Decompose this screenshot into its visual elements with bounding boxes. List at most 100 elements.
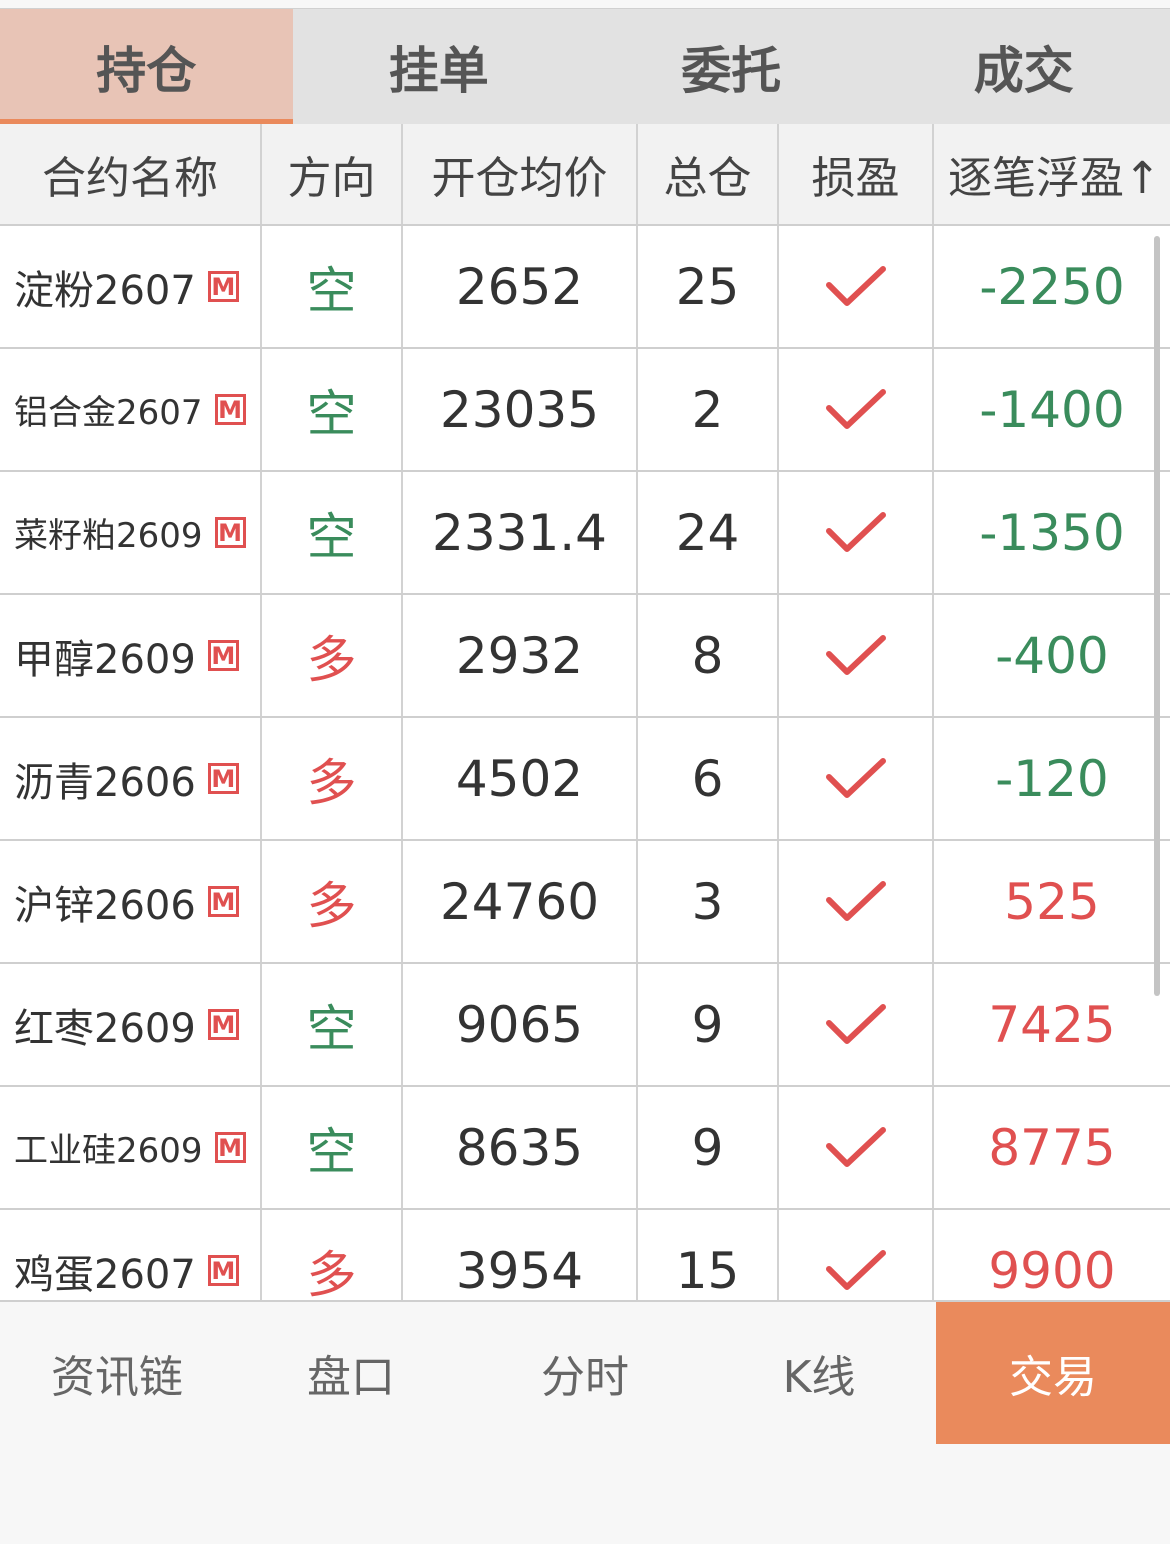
table-row[interactable]: 淀粉2607 M 空 2652 25 -2250 bbox=[0, 226, 1170, 349]
avg-price-cell: 2331.4 bbox=[403, 472, 638, 593]
direction-cell: 空 bbox=[262, 1087, 403, 1208]
stop-cell[interactable] bbox=[779, 718, 934, 839]
table-row[interactable]: 鸡蛋2607 M 多 3954 15 9900 bbox=[0, 1210, 1170, 1300]
m-badge-icon: M bbox=[207, 271, 239, 302]
contract-cell: 鸡蛋2607 M bbox=[0, 1210, 262, 1300]
direction-cell: 多 bbox=[262, 1210, 403, 1300]
total-cell: 24 bbox=[638, 472, 779, 593]
stop-cell[interactable] bbox=[779, 841, 934, 962]
contract-cell: 红枣2609 M bbox=[0, 964, 262, 1085]
avg-price-cell: 4502 bbox=[403, 718, 638, 839]
avg-price-cell: 23035 bbox=[403, 349, 638, 470]
table-row[interactable]: 沪锌2606 M 多 24760 3 525 bbox=[0, 841, 1170, 964]
avg-price-cell: 2932 bbox=[403, 595, 638, 716]
avg-price-cell: 24760 bbox=[403, 841, 638, 962]
check-icon bbox=[825, 388, 886, 429]
total-cell: 25 bbox=[638, 226, 779, 347]
nav-order-book[interactable]: 盘口 bbox=[234, 1302, 468, 1444]
floating-pnl-cell: 7425 bbox=[988, 995, 1116, 1054]
floating-pnl-cell: 8775 bbox=[988, 1118, 1116, 1177]
table-row[interactable]: 铝合金2607 M 空 23035 2 -1400 bbox=[0, 349, 1170, 472]
floating-pnl-cell: -120 bbox=[995, 749, 1109, 808]
stop-cell[interactable] bbox=[779, 964, 934, 1085]
contract-name: 菜籽粕2609 bbox=[14, 516, 203, 556]
contract-name: 沥青2606 bbox=[14, 759, 196, 806]
check-icon bbox=[825, 265, 886, 306]
stop-cell[interactable] bbox=[779, 1087, 934, 1208]
position-tabs: 持仓 挂单 委托 成交 bbox=[0, 8, 1170, 124]
tab-pending-orders[interactable]: 挂单 bbox=[293, 9, 586, 124]
contract-name: 淀粉2607 bbox=[14, 267, 196, 314]
contract-name: 红枣2609 bbox=[14, 1005, 196, 1052]
table-row[interactable]: 工业硅2609 M 空 8635 9 8775 bbox=[0, 1087, 1170, 1210]
total-cell: 3 bbox=[638, 841, 779, 962]
column-header-contract[interactable]: 合约名称 bbox=[0, 124, 262, 224]
stop-cell[interactable] bbox=[779, 472, 934, 593]
m-badge-icon: M bbox=[207, 763, 239, 794]
table-row[interactable]: 甲醇2609 M 多 2932 8 -400 bbox=[0, 595, 1170, 718]
column-header-avg-price[interactable]: 开仓均价 bbox=[403, 124, 638, 224]
total-cell: 15 bbox=[638, 1210, 779, 1300]
check-icon bbox=[825, 634, 886, 675]
bottom-nav: 资讯链 盘口 分时 K线 交易 bbox=[0, 1302, 1170, 1444]
floating-pnl-cell: 9900 bbox=[988, 1241, 1116, 1300]
column-header-total[interactable]: 总仓 bbox=[638, 124, 779, 224]
contract-cell: 铝合金2607 M bbox=[0, 349, 262, 470]
stop-cell[interactable] bbox=[779, 1210, 934, 1300]
contract-name: 鸡蛋2607 bbox=[14, 1251, 196, 1298]
total-cell: 9 bbox=[638, 1087, 779, 1208]
check-icon bbox=[825, 1126, 886, 1167]
m-badge-icon: M bbox=[207, 640, 239, 671]
avg-price-cell: 9065 bbox=[403, 964, 638, 1085]
floating-pnl-cell: -1350 bbox=[979, 503, 1125, 562]
m-badge-icon: M bbox=[207, 886, 239, 917]
check-icon bbox=[825, 511, 886, 552]
table-header: 合约名称 方向 开仓均价 总仓 损盈 逐笔浮盈↑ bbox=[0, 124, 1170, 226]
nav-kline[interactable]: K线 bbox=[702, 1302, 936, 1444]
tab-trades[interactable]: 成交 bbox=[878, 9, 1170, 124]
stop-cell[interactable] bbox=[779, 349, 934, 470]
direction-cell: 多 bbox=[262, 718, 403, 839]
table-row[interactable]: 菜籽粕2609 M 空 2331.4 24 -1350 bbox=[0, 472, 1170, 595]
column-header-floating-pnl[interactable]: 逐笔浮盈↑ bbox=[934, 124, 1170, 224]
nav-news-chain[interactable]: 资讯链 bbox=[0, 1302, 234, 1444]
contract-cell: 淀粉2607 M bbox=[0, 226, 262, 347]
direction-cell: 多 bbox=[262, 595, 403, 716]
bottom-bar: 资讯链 盘口 分时 K线 交易 bbox=[0, 1300, 1170, 1544]
direction-cell: 空 bbox=[262, 349, 403, 470]
contract-cell: 工业硅2609 M bbox=[0, 1087, 262, 1208]
column-header-direction[interactable]: 方向 bbox=[262, 124, 403, 224]
direction-cell: 空 bbox=[262, 226, 403, 347]
contract-name: 沪锌2606 bbox=[14, 882, 196, 929]
stop-cell[interactable] bbox=[779, 226, 934, 347]
contract-cell: 甲醇2609 M bbox=[0, 595, 262, 716]
avg-price-cell: 2652 bbox=[403, 226, 638, 347]
check-icon bbox=[825, 757, 886, 798]
contract-name: 工业硅2609 bbox=[14, 1131, 203, 1171]
direction-cell: 空 bbox=[262, 964, 403, 1085]
positions-table: 淀粉2607 M 空 2652 25 -2250 铝合金2607 M 空 23035 2 -1400 菜… bbox=[0, 226, 1170, 1300]
total-cell: 2 bbox=[638, 349, 779, 470]
total-cell: 9 bbox=[638, 964, 779, 1085]
m-badge-icon: M bbox=[214, 1132, 246, 1163]
tab-positions[interactable]: 持仓 bbox=[0, 9, 293, 124]
contract-cell: 菜籽粕2609 M bbox=[0, 472, 262, 593]
floating-pnl-cell: 525 bbox=[1004, 872, 1100, 931]
contract-cell: 沥青2606 M bbox=[0, 718, 262, 839]
table-scrollbar[interactable] bbox=[1154, 236, 1160, 996]
stop-cell[interactable] bbox=[779, 595, 934, 716]
column-header-stop[interactable]: 损盈 bbox=[779, 124, 934, 224]
table-row[interactable]: 红枣2609 M 空 9065 9 7425 bbox=[0, 964, 1170, 1087]
floating-pnl-cell: -2250 bbox=[979, 257, 1125, 316]
tab-orders[interactable]: 委托 bbox=[585, 9, 878, 124]
nav-intraday[interactable]: 分时 bbox=[468, 1302, 702, 1444]
contract-name: 铝合金2607 bbox=[14, 393, 203, 433]
m-badge-icon: M bbox=[207, 1009, 239, 1040]
total-cell: 8 bbox=[638, 595, 779, 716]
check-icon bbox=[825, 1249, 886, 1290]
nav-trade[interactable]: 交易 bbox=[936, 1302, 1170, 1444]
avg-price-cell: 3954 bbox=[403, 1210, 638, 1300]
table-row[interactable]: 沥青2606 M 多 4502 6 -120 bbox=[0, 718, 1170, 841]
m-badge-icon: M bbox=[214, 517, 246, 548]
direction-cell: 空 bbox=[262, 472, 403, 593]
